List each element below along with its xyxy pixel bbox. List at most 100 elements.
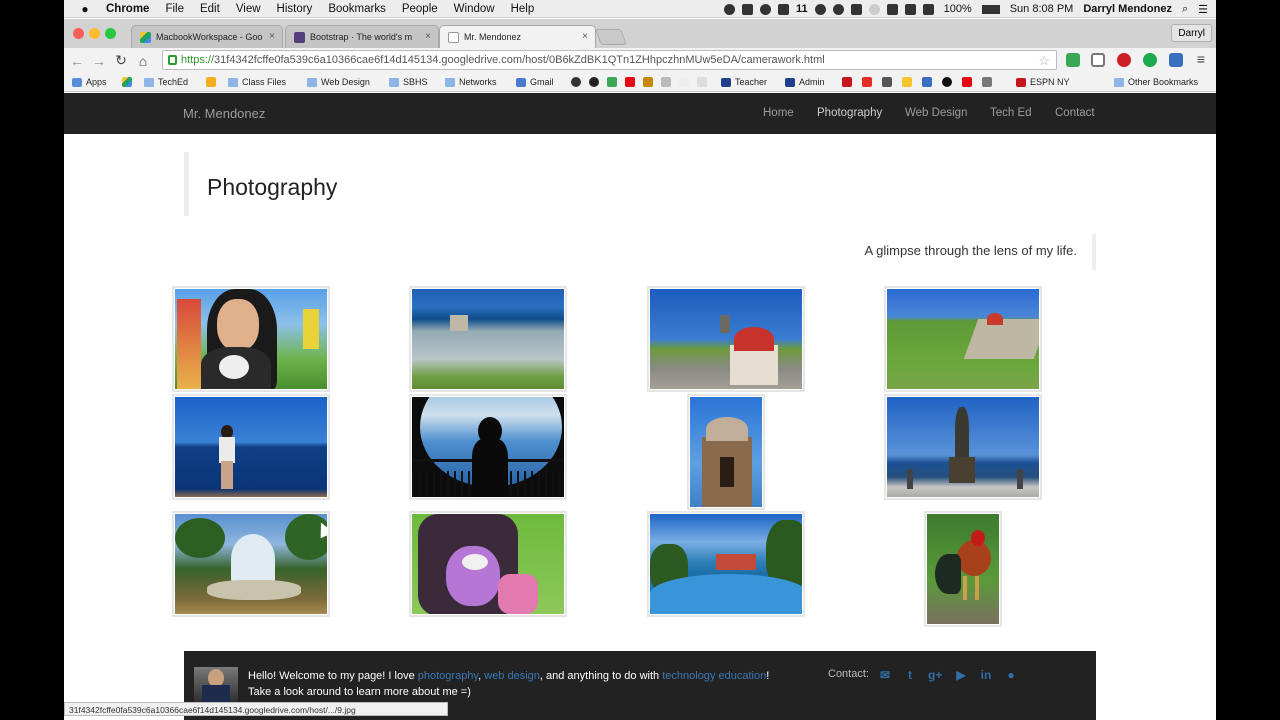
bookmark-apps[interactable]: Apps [72,77,107,87]
battery-icon[interactable] [981,4,1000,14]
bookmark-icon[interactable] [982,77,992,87]
close-window-icon[interactable] [73,28,84,39]
bookmark-icon[interactable] [589,77,599,87]
spotlight-icon[interactable]: ⌕ [1182,3,1188,16]
photo-thumbnail[interactable] [172,286,330,392]
forward-icon[interactable]: → [88,53,110,69]
bookmark-web-design[interactable]: Web Design [307,77,370,87]
status-icon[interactable] [759,3,771,15]
photo-thumbnail[interactable] [687,394,765,510]
photo-thumbnail[interactable] [409,286,567,392]
bookmark-teacher[interactable]: Teacher [721,77,767,87]
menu-history[interactable]: History [277,3,313,15]
bookmark-icon[interactable] [643,77,653,87]
lock-icon[interactable] [168,55,177,65]
photo-thumbnail[interactable] [884,286,1042,392]
menubar-user[interactable]: Darryl Mendonez [1083,3,1172,15]
close-tab-icon[interactable]: × [269,31,275,42]
status-icon[interactable] [850,3,862,15]
bookmark-other[interactable]: Other Bookmarks [1114,77,1198,87]
photo-thumbnail[interactable] [647,511,805,617]
tab-macbook-workspace[interactable]: MacbookWorkspace - Goo × [131,25,283,48]
bookmark-star-icon[interactable]: ☆ [1038,53,1050,69]
menu-file[interactable]: File [165,3,184,15]
profile-button[interactable]: Darryl [1171,24,1212,42]
link-photography[interactable]: photography [418,670,478,682]
menu-window[interactable]: Window [454,3,495,15]
new-tab-button[interactable] [595,29,627,45]
envelope-icon[interactable]: ✉ [878,669,892,682]
menubar-clock[interactable]: Sun 8:08 PM [1010,3,1074,15]
wifi-icon[interactable] [904,3,916,15]
nav-web-design[interactable]: Web Design [905,107,967,119]
home-icon[interactable]: ⌂ [132,53,154,69]
photo-thumbnail[interactable] [172,511,330,617]
reload-icon[interactable]: ↻ [110,52,132,69]
photo-thumbnail[interactable] [884,394,1042,500]
battery-percentage[interactable]: 100% [944,3,972,15]
extension-icon[interactable] [1066,53,1080,67]
bookmark-icon[interactable] [697,77,707,87]
extension-icon[interactable] [1143,53,1157,67]
cast-icon[interactable] [1091,53,1105,67]
menu-app-name[interactable]: Chrome [106,3,149,15]
nav-photography[interactable]: Photography [817,107,882,119]
bookmark-espn-ny[interactable]: ESPN NY [1016,77,1070,87]
github-icon[interactable]: ● [1004,669,1018,682]
bookmark-icon[interactable] [571,77,581,87]
volume-icon[interactable] [922,3,934,15]
bookmark-icon[interactable] [206,77,216,87]
bookmark-icon[interactable] [902,77,912,87]
photo-thumbnail[interactable] [924,511,1002,627]
extension-icon[interactable] [1169,53,1183,67]
menu-edit[interactable]: Edit [200,3,220,15]
status-icon[interactable] [832,3,844,15]
zoom-window-icon[interactable] [105,28,116,39]
link-web-design[interactable]: web design [484,670,540,682]
drive-icon[interactable] [122,77,132,87]
nav-home[interactable]: Home [763,107,794,119]
status-icon[interactable] [741,3,753,15]
close-tab-icon[interactable]: × [425,31,431,42]
status-icon[interactable] [723,3,735,15]
menu-view[interactable]: View [236,3,261,15]
bookmark-gmail[interactable]: Gmail [516,77,554,87]
menu-people[interactable]: People [402,3,438,15]
menu-help[interactable]: Help [511,3,535,15]
bookmark-icon[interactable] [842,77,852,87]
notification-center-icon[interactable]: ☰ [1198,3,1208,16]
bookmark-sbhs[interactable]: SBHS [389,77,428,87]
photo-thumbnail[interactable] [409,394,567,500]
back-icon[interactable]: ← [66,53,88,69]
youtube-icon[interactable]: ▶ [954,669,968,682]
bookmark-icon[interactable] [962,77,972,87]
bookmark-class-files[interactable]: Class Files [228,77,286,87]
bookmark-admin[interactable]: Admin [785,77,825,87]
tab-bootstrap[interactable]: Bootstrap · The world's m × [285,25,439,48]
nav-tech-ed[interactable]: Tech Ed [990,107,1032,119]
close-tab-icon[interactable]: × [582,31,588,42]
bookmark-icon[interactable] [922,77,932,87]
bookmark-icon[interactable] [625,77,635,87]
twitter-icon[interactable]: t [903,669,917,682]
bookmark-icon[interactable] [679,77,689,87]
site-brand[interactable]: Mr. Mendonez [183,106,265,121]
bookmark-icon[interactable] [882,77,892,87]
link-technology-education[interactable]: technology education [662,670,766,682]
nav-contact[interactable]: Contact [1055,107,1095,119]
linkedin-icon[interactable]: in [979,669,993,682]
status-icon[interactable] [777,3,789,15]
photo-thumbnail[interactable] [172,394,330,500]
photo-thumbnail[interactable] [647,286,805,392]
address-bar[interactable]: https://31f4342fcffe0fa539c6a10366cae6f1… [162,50,1057,70]
minimize-window-icon[interactable] [89,28,100,39]
bookmark-networks[interactable]: Networks [445,77,497,87]
bookmark-icon[interactable] [942,77,952,87]
google-plus-icon[interactable]: g+ [928,669,942,682]
menu-bookmarks[interactable]: Bookmarks [328,3,386,15]
youtube-icon[interactable] [862,77,872,87]
bookmark-teched[interactable]: TechEd [144,77,188,87]
apple-icon[interactable]: ● [78,2,92,16]
photo-thumbnail[interactable] [409,511,567,617]
status-icon[interactable] [814,3,826,15]
